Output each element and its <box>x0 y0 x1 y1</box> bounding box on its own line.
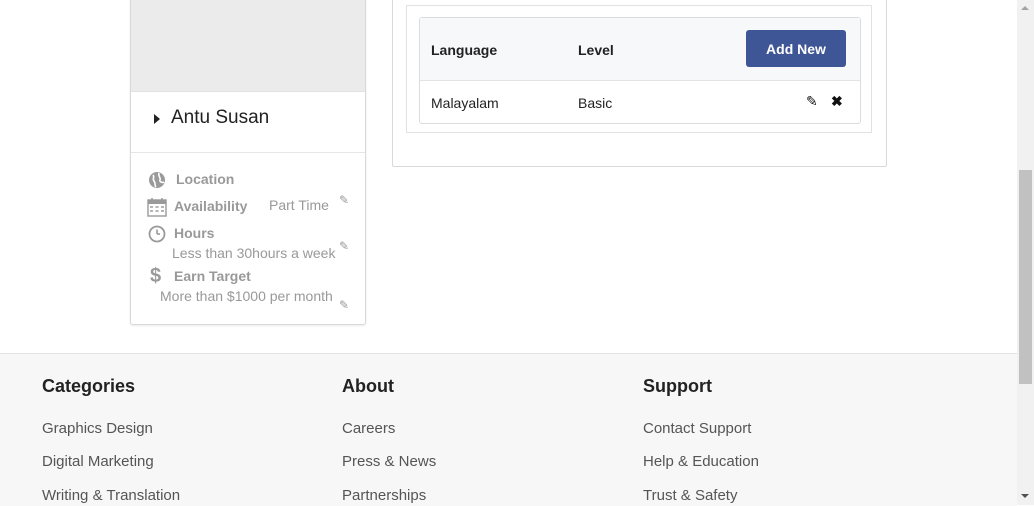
footer-link-graphics-design[interactable]: Graphics Design <box>42 420 153 437</box>
hours-value: Less than 30hours a week <box>172 245 336 261</box>
hours-label: Hours <box>174 225 215 241</box>
footer-link-trust-safety[interactable]: Trust & Safety <box>643 487 737 504</box>
edit-earn-target-icon[interactable]: ✎ <box>339 298 349 312</box>
dollar-icon: $ <box>150 265 162 287</box>
edit-hours-icon[interactable]: ✎ <box>339 239 349 253</box>
languages-panel: Language Level Add New Malayalam Basic ✎… <box>392 0 887 167</box>
footer-about-title: About <box>342 376 394 396</box>
profile-name-row[interactable]: Antu Susan <box>131 92 365 153</box>
add-new-language-button[interactable]: Add New <box>746 30 846 67</box>
earn-target-value: More than $1000 per month <box>160 288 333 304</box>
language-cell: Malayalam <box>431 95 499 111</box>
footer-support-title: Support <box>643 376 712 396</box>
edit-language-icon[interactable]: ✎ <box>806 93 818 110</box>
column-level: Level <box>578 42 614 58</box>
globe-icon <box>148 171 166 194</box>
clock-icon <box>148 225 166 248</box>
footer: Categories Graphics Design Digital Marke… <box>0 353 1017 506</box>
footer-categories-title: Categories <box>42 376 136 396</box>
languages-table-header: Language Level Add New <box>420 18 860 81</box>
profile-name: Antu Susan <box>171 107 270 128</box>
caret-right-icon[interactable] <box>154 114 160 124</box>
availability-value: Part Time <box>269 197 329 213</box>
delete-language-icon[interactable]: ✖ <box>831 93 843 110</box>
location-label: Location <box>176 171 235 187</box>
column-language: Language <box>431 42 498 58</box>
footer-link-digital-marketing[interactable]: Digital Marketing <box>42 453 154 470</box>
languages-table: Language Level Add New Malayalam Basic ✎… <box>419 17 861 124</box>
availability-label: Availability <box>174 198 248 214</box>
vertical-scrollbar[interactable] <box>1017 0 1034 505</box>
earn-target-label: Earn Target <box>174 268 251 284</box>
footer-link-careers[interactable]: Careers <box>342 420 395 437</box>
footer-link-writing-translation[interactable]: Writing & Translation <box>42 487 180 504</box>
scroll-down-arrow-icon[interactable] <box>1021 494 1029 498</box>
level-cell: Basic <box>578 95 613 111</box>
edit-availability-icon[interactable]: ✎ <box>339 193 349 207</box>
languages-container: Language Level Add New Malayalam Basic ✎… <box>406 5 872 133</box>
footer-link-help-education[interactable]: Help & Education <box>643 453 759 470</box>
calendar-icon <box>147 197 167 222</box>
scroll-up-arrow-icon[interactable] <box>1021 6 1029 10</box>
footer-link-press-news[interactable]: Press & News <box>342 453 436 470</box>
footer-link-contact-support[interactable]: Contact Support <box>643 420 751 437</box>
profile-photo <box>131 0 365 92</box>
scrollbar-thumb[interactable] <box>1019 170 1032 384</box>
profile-card: Antu Susan Location Availability Part Ti… <box>130 0 366 325</box>
footer-link-partnerships[interactable]: Partnerships <box>342 487 426 504</box>
